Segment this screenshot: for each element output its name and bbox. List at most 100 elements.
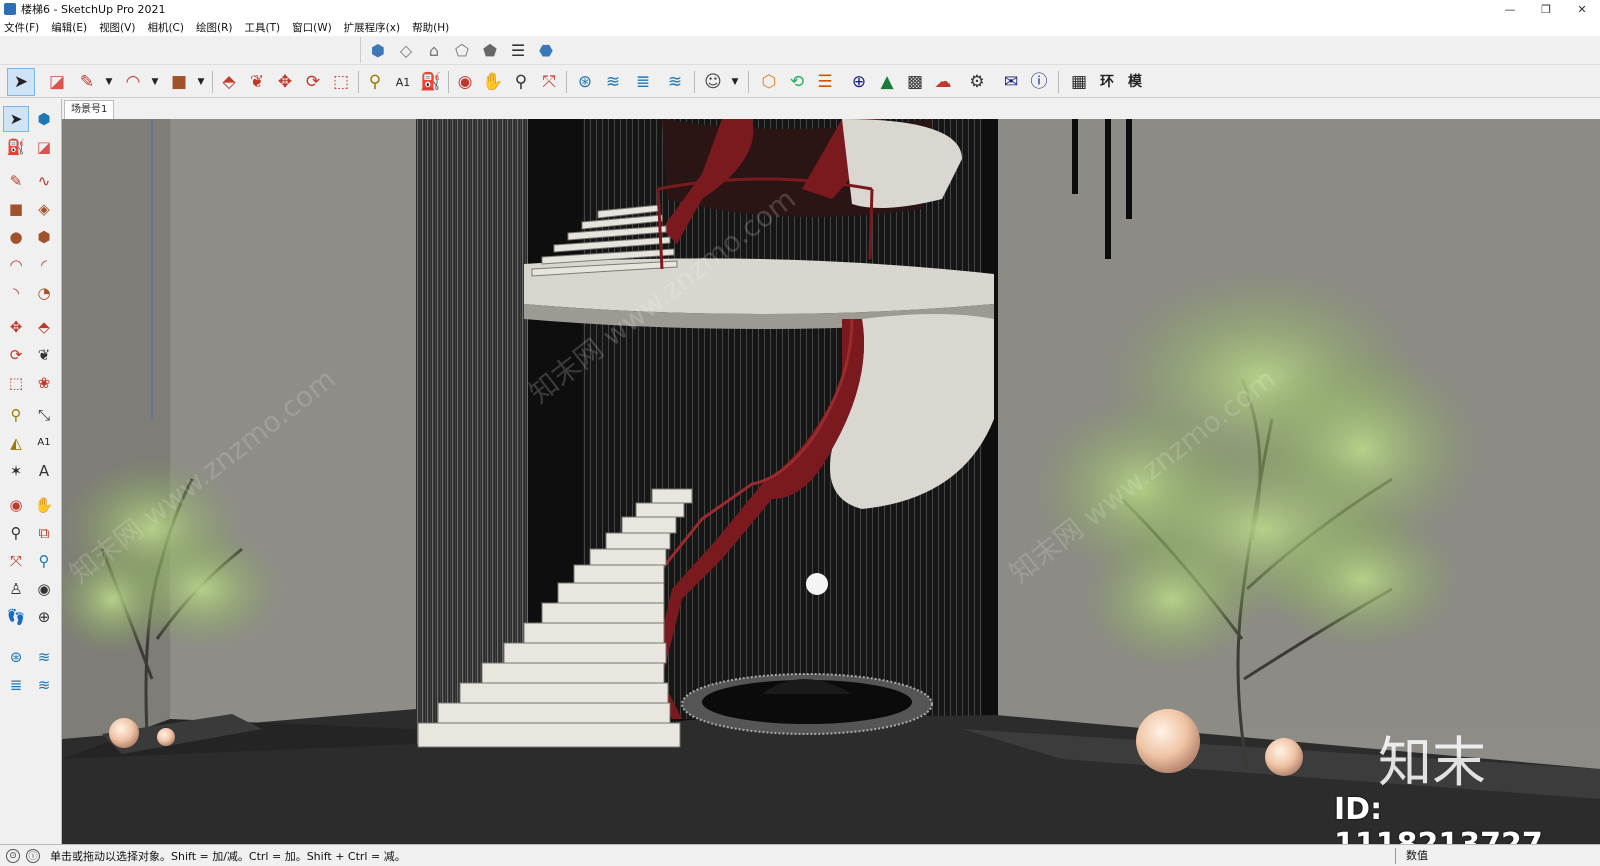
move-icon[interactable]: ✥ xyxy=(272,69,298,95)
arc-dropdown-icon[interactable]: ▼ xyxy=(142,69,168,95)
shape-dropdown-icon[interactable]: ▼ xyxy=(188,69,214,95)
menu-file[interactable]: 文件(F) xyxy=(4,20,39,35)
dimension-tool-icon[interactable]: ⤡ xyxy=(32,403,56,427)
3d-text-tool-icon[interactable]: A xyxy=(32,459,56,483)
follow-me-icon[interactable]: ❦ xyxy=(244,69,270,95)
line-dropdown-icon[interactable]: ▼ xyxy=(96,69,122,95)
text-label-tool-icon[interactable]: A1 xyxy=(32,431,56,455)
section-plane-icon[interactable]: ⊕ xyxy=(32,605,56,629)
polygon-tool-icon[interactable]: ⬢ xyxy=(32,225,56,249)
sandbox-scratch-icon[interactable]: ≋ xyxy=(32,645,56,669)
menu-extensions[interactable]: 扩展程序(x) xyxy=(344,20,400,35)
menu-help[interactable]: 帮助(H) xyxy=(412,20,449,35)
zoom-extents-icon[interactable]: ⤧ xyxy=(536,69,562,95)
mail-icon[interactable]: ✉ xyxy=(998,69,1024,95)
rotate-tool-icon[interactable]: ⟳ xyxy=(4,343,28,367)
make-component-icon[interactable]: ⬢ xyxy=(32,107,56,131)
info-status-icon[interactable]: ⓘ xyxy=(26,848,40,863)
menu-camera[interactable]: 相机(C) xyxy=(147,20,184,35)
menu-draw[interactable]: 绘图(R) xyxy=(196,20,233,35)
eraser-icon[interactable]: ◪ xyxy=(44,69,70,95)
pan-hand-icon[interactable]: ✋ xyxy=(480,69,506,95)
tape-measure-icon[interactable]: ⚲ xyxy=(362,69,388,95)
menu-window[interactable]: 窗口(W) xyxy=(292,20,332,35)
top-view-icon[interactable]: ◇ xyxy=(393,38,419,62)
menu-tools[interactable]: 工具(T) xyxy=(244,20,280,35)
freehand-tool-icon[interactable]: ∿ xyxy=(32,169,56,193)
geo-location-icon[interactable]: ⊙ xyxy=(6,848,20,863)
right-view-icon[interactable]: ⬠ xyxy=(449,38,475,62)
select-icon[interactable]: ➤ xyxy=(7,68,35,96)
refresh-icon[interactable]: ⟲ xyxy=(784,69,810,95)
follow-me-tool-icon[interactable]: ❦ xyxy=(32,343,56,367)
sandbox-contours-icon[interactable]: ⊛ xyxy=(4,645,28,669)
eraser-tool-icon[interactable]: ◪ xyxy=(32,135,56,159)
iso-view-icon[interactable]: ⬢ xyxy=(365,38,391,62)
info-icon[interactable]: ⓘ xyxy=(1026,69,1052,95)
paint-bucket-icon[interactable]: ⛽ xyxy=(418,69,444,95)
rectangle-tool-icon[interactable]: ■ xyxy=(4,197,28,221)
cloud-upload-icon[interactable]: ☁ xyxy=(930,69,956,95)
toolbar-separator xyxy=(1058,71,1059,93)
zoom-extents-tool-icon[interactable]: ⤧ xyxy=(4,549,28,573)
three-point-arc-icon[interactable]: ◝ xyxy=(4,281,28,305)
previous-view-icon[interactable]: ⚲ xyxy=(32,549,56,573)
push-pull-icon[interactable]: ⬘ xyxy=(216,69,242,95)
menu-edit[interactable]: 编辑(E) xyxy=(51,20,87,35)
component-icon[interactable]: ☰ xyxy=(812,69,838,95)
line-tool-icon[interactable]: ✎ xyxy=(4,169,28,193)
paint-bucket-tool-icon[interactable]: ⛽ xyxy=(4,135,28,159)
rotated-rectangle-icon[interactable]: ◈ xyxy=(32,197,56,221)
zoom-tool-icon[interactable]: ⚲ xyxy=(4,521,28,545)
protractor-tool-icon[interactable]: ◭ xyxy=(4,431,28,455)
scene-tab[interactable]: 场景号1 xyxy=(64,100,115,119)
model-viewport[interactable] xyxy=(62,119,1600,844)
orbit-icon[interactable]: ◉ xyxy=(452,69,478,95)
two-point-arc-icon[interactable]: ◜ xyxy=(32,253,56,277)
model-button[interactable]: 模 xyxy=(1122,69,1148,95)
restore-button[interactable]: ❐ xyxy=(1528,0,1564,18)
push-pull-tool-icon[interactable]: ⬘ xyxy=(32,315,56,339)
checker-icon[interactable]: ▩ xyxy=(902,69,928,95)
env-button[interactable]: 环 xyxy=(1094,69,1120,95)
look-around-icon[interactable]: ◉ xyxy=(32,577,56,601)
text-tool-icon[interactable]: A1 xyxy=(390,69,416,95)
sandbox-icon[interactable]: ⊛ xyxy=(572,69,598,95)
bottom-view-icon[interactable]: ⬣ xyxy=(533,38,559,62)
arc-tool-icon[interactable]: ◠ xyxy=(4,253,28,277)
stamp-icon[interactable]: ≋ xyxy=(600,69,626,95)
minimize-button[interactable]: — xyxy=(1492,0,1528,18)
move-tool-icon[interactable]: ✥ xyxy=(4,315,28,339)
position-camera-icon[interactable]: ♙ xyxy=(4,577,28,601)
orbit-tool-icon[interactable]: ◉ xyxy=(4,493,28,517)
pie-tool-icon[interactable]: ◔ xyxy=(32,281,56,305)
smoove-icon[interactable]: ≣ xyxy=(4,673,28,697)
tree-icon[interactable]: ▲ xyxy=(874,69,900,95)
tape-measure-tool-icon[interactable]: ⚲ xyxy=(4,403,28,427)
offset-tool-icon[interactable]: ❀ xyxy=(32,371,56,395)
scale-tool-icon[interactable]: ⬚ xyxy=(4,371,28,395)
add-icon[interactable]: ⊕ xyxy=(846,69,872,95)
front-view-icon[interactable]: ⌂ xyxy=(421,38,447,62)
measurements-label[interactable]: 数值 xyxy=(1395,848,1428,864)
walk-tool-icon[interactable]: 👣 xyxy=(4,605,28,629)
settings-gear-icon[interactable]: ⚙ xyxy=(964,69,990,95)
left-view-icon[interactable]: ☰ xyxy=(505,38,531,62)
close-button[interactable]: ✕ xyxy=(1564,0,1600,18)
zoom-icon[interactable]: ⚲ xyxy=(508,69,534,95)
profile-dropdown-icon[interactable]: ▼ xyxy=(722,69,748,95)
drape-icon[interactable]: ≣ xyxy=(630,69,656,95)
pan-tool-icon[interactable]: ✋ xyxy=(32,493,56,517)
flip-edge-icon[interactable]: ≋ xyxy=(662,69,688,95)
table-icon[interactable]: ▦ xyxy=(1066,69,1092,95)
scale-icon[interactable]: ⬚ xyxy=(328,69,354,95)
circle-tool-icon[interactable]: ● xyxy=(4,225,28,249)
3d-warehouse-icon[interactable]: ⬡ xyxy=(756,69,782,95)
flip-edge-tool-icon[interactable]: ≋ xyxy=(32,673,56,697)
rotate-icon[interactable]: ⟳ xyxy=(300,69,326,95)
select-tool-icon[interactable]: ➤ xyxy=(3,106,29,132)
axes-tool-icon[interactable]: ✶ xyxy=(4,459,28,483)
zoom-window-icon[interactable]: ⧉ xyxy=(32,521,56,545)
menu-view[interactable]: 视图(V) xyxy=(99,20,135,35)
back-view-icon[interactable]: ⬟ xyxy=(477,38,503,62)
